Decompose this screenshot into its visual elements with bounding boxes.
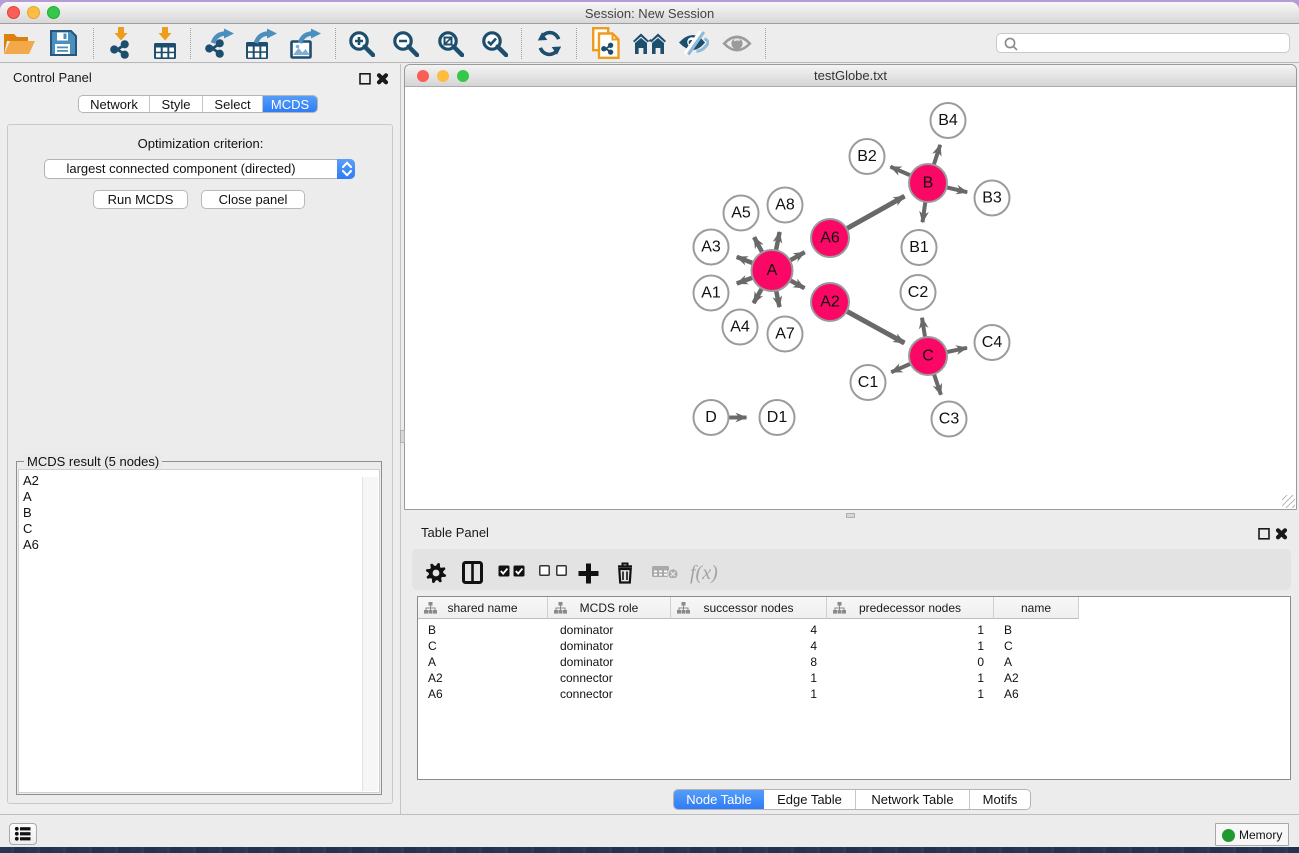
svg-text:C1: C1: [858, 374, 879, 391]
svg-text:A8: A8: [775, 197, 795, 214]
svg-text:D: D: [705, 409, 717, 426]
svg-text:C: C: [922, 348, 934, 365]
svg-text:C3: C3: [939, 411, 960, 428]
svg-text:A6: A6: [820, 230, 840, 247]
svg-text:B: B: [923, 175, 934, 192]
svg-text:B2: B2: [857, 148, 877, 165]
svg-text:A5: A5: [731, 205, 751, 222]
svg-text:A3: A3: [701, 239, 721, 256]
svg-text:B4: B4: [938, 112, 958, 129]
svg-text:B1: B1: [909, 239, 929, 256]
svg-text:A7: A7: [775, 326, 795, 343]
svg-text:A: A: [767, 262, 778, 279]
svg-text:B3: B3: [982, 190, 1002, 207]
svg-text:A2: A2: [820, 294, 840, 311]
svg-text:A1: A1: [701, 285, 721, 302]
svg-text:f(x): f(x): [690, 562, 718, 584]
svg-text:D1: D1: [767, 409, 788, 426]
svg-text:C2: C2: [908, 284, 929, 301]
svg-text:A4: A4: [730, 319, 750, 336]
svg-text:C4: C4: [982, 334, 1003, 351]
